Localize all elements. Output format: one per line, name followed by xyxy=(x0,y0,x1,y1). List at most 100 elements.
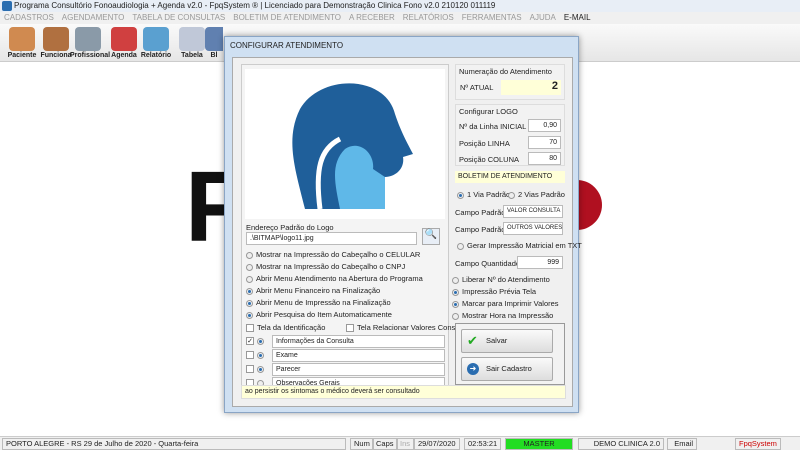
checkbox xyxy=(346,324,354,333)
arrow-right-icon: ➜ xyxy=(467,363,479,375)
tela-identificacao-checkbox[interactable]: Tela da Identificação xyxy=(246,323,325,333)
linha-inicial-label: Nº da Linha INICIAL xyxy=(459,122,527,131)
via1-radio[interactable]: 1 Via Padrão xyxy=(457,190,510,199)
radio xyxy=(457,242,464,250)
liberar-radio[interactable]: Liberar Nº do Atendimento xyxy=(452,275,550,284)
field-informacoes[interactable]: Informações da Consulta xyxy=(272,335,445,348)
field-row-informacoes[interactable]: ✓ xyxy=(246,336,267,346)
marcar-valores-radio[interactable]: Marcar para Imprimir Valores xyxy=(452,299,559,308)
toolbar-paciente[interactable]: Paciente xyxy=(4,27,40,59)
logo-path-label: Endereço Padrão do Logo xyxy=(246,223,334,232)
toolbar-funciona[interactable]: Funciona xyxy=(38,27,74,59)
via2-radio[interactable]: 2 Vias Padrão xyxy=(508,190,565,199)
logo-config-title: Configurar LOGO xyxy=(459,107,518,116)
option-pesquisa[interactable]: Abrir Pesquisa do Item Automaticamente xyxy=(246,310,392,319)
menu-relatorios[interactable]: RELATÓRIOS xyxy=(403,13,454,22)
radio xyxy=(246,251,253,259)
radio xyxy=(246,263,253,271)
field-row-parecer[interactable] xyxy=(246,364,267,374)
toolbar-boletim[interactable]: Bl xyxy=(205,27,223,59)
mostrar-hora-radio[interactable]: Mostrar Hora na Impressão xyxy=(452,311,553,320)
option-menu-financeiro[interactable]: Abrir Menu Financeiro na Finalização xyxy=(246,286,380,295)
radio xyxy=(452,312,459,320)
toolbar-relatorio[interactable]: Relatório xyxy=(138,27,174,59)
checkbox xyxy=(246,324,254,333)
radio[interactable] xyxy=(257,365,264,373)
status-email[interactable]: Email xyxy=(667,438,697,450)
previa-radio[interactable]: Impressão Prévia Tela xyxy=(452,287,536,296)
window-title: Programa Consultório Fonoaudiologia + Ag… xyxy=(14,1,496,10)
campo-quantidade-input[interactable]: 999 xyxy=(517,256,563,269)
radio xyxy=(457,191,464,199)
exit-button[interactable]: ➜ Sair Cadastro xyxy=(461,357,553,381)
doctor-icon xyxy=(75,27,101,51)
radio xyxy=(246,287,253,295)
status-user: MASTER xyxy=(505,438,573,450)
field-exame[interactable]: Exame xyxy=(272,349,445,362)
staff-icon xyxy=(43,27,69,51)
patient-icon xyxy=(9,27,35,51)
gerar-txt-radio[interactable]: Gerar Impressão Matricial em TXT xyxy=(457,241,582,250)
save-config-button[interactable]: ✔Salvar Configuração xyxy=(461,329,553,367)
menu-ferramentas[interactable]: FERRAMENTAS xyxy=(462,13,522,22)
toolbar-profissional[interactable]: Profissional xyxy=(70,27,110,59)
campo-padrao-1[interactable]: VALOR CONSULTA xyxy=(503,205,563,218)
menu-email[interactable]: E-MAIL xyxy=(564,13,591,22)
printer-icon xyxy=(143,27,169,51)
posicao-linha-input[interactable]: 70 xyxy=(528,136,561,149)
status-date: 29/07/2020 xyxy=(414,438,460,450)
radio xyxy=(246,275,253,283)
field-parecer[interactable]: Parecer xyxy=(272,363,445,376)
radio[interactable] xyxy=(257,351,264,359)
report-icon xyxy=(205,27,223,51)
status-num: Num xyxy=(350,438,374,450)
radio xyxy=(246,311,253,319)
menu-tabela[interactable]: TABELA DE CONSULTAS xyxy=(132,13,225,22)
numeracao-title: Numeração do Atendimento xyxy=(459,67,552,76)
radio xyxy=(452,300,459,308)
menu-agendamento[interactable]: AGENDAMENTO xyxy=(62,13,125,22)
radio xyxy=(452,288,459,296)
field-row-exame[interactable] xyxy=(246,350,267,360)
option-celular[interactable]: Mostrar na Impressão do Cabeçalho o CELU… xyxy=(246,250,420,259)
toolbar-agenda[interactable]: Agenda xyxy=(106,27,142,59)
posicao-coluna-input[interactable]: 80 xyxy=(528,152,561,165)
checkbox[interactable] xyxy=(246,351,254,360)
radio[interactable] xyxy=(257,337,264,345)
n-atual-value[interactable]: 2 xyxy=(501,80,561,95)
window-title-bar: Programa Consultório Fonoaudiologia + Ag… xyxy=(0,0,800,12)
linha-inicial-input[interactable]: 0,90 xyxy=(528,119,561,132)
configurar-atendimento-dialog: CONFIGURAR ATENDIMENTO Endereço Padrão d… xyxy=(224,36,582,413)
menu-boletim[interactable]: BOLETIM DE ATENDIMENTO xyxy=(233,13,341,22)
status-company: DEMO CLINICA 2.0 xyxy=(578,438,664,450)
logo-path-input[interactable]: .\BITMAP\logo11.jpg xyxy=(246,232,417,245)
status-time: 02:53:21 xyxy=(464,438,502,450)
n-atual-label: Nº ATUAL xyxy=(460,83,494,92)
radio xyxy=(246,299,253,307)
menu-cadastros[interactable]: CADASTROS xyxy=(4,13,54,22)
option-cnpj[interactable]: Mostrar na Impressão do Cabeçalho o CNPJ xyxy=(246,262,405,271)
calendar-icon xyxy=(111,27,137,51)
tela-relacionar-checkbox[interactable]: Tela Relacionar Valores Consulta xyxy=(346,323,467,333)
radio xyxy=(452,276,459,284)
status-location: PORTO ALEGRE - RS 29 de Julho de 2020 - … xyxy=(2,438,346,450)
checkbox[interactable] xyxy=(246,365,254,374)
campo-quantidade-label: Campo Quantidade xyxy=(455,259,521,268)
menu-ajuda[interactable]: AJUDA xyxy=(530,13,556,22)
app-icon xyxy=(2,1,12,11)
option-menu-impressao[interactable]: Abrir Menu de Impressão na Finalização xyxy=(246,298,391,307)
option-menu-atendimento[interactable]: Abrir Menu Atendimento na Abertura do Pr… xyxy=(246,274,423,283)
menu-receber[interactable]: A RECEBER xyxy=(349,13,395,22)
status-bar: PORTO ALEGRE - RS 29 de Julho de 2020 - … xyxy=(0,436,800,450)
footer-note[interactable]: ao persistir os sintomas o médico deverá… xyxy=(241,385,566,399)
menu-bar: CADASTROS AGENDAMENTO TABELA DE CONSULTAS B… xyxy=(0,12,800,24)
browse-logo-button[interactable]: 🔍 xyxy=(422,228,440,245)
logo-preview xyxy=(245,69,445,219)
posicao-coluna-label: Posição COLUNA xyxy=(459,155,520,164)
status-caps: Caps xyxy=(372,438,398,450)
dialog-title: CONFIGURAR ATENDIMENTO xyxy=(230,41,344,50)
campo-padrao-2[interactable]: OUTROS VALORES xyxy=(503,222,563,235)
checkbox[interactable]: ✓ xyxy=(246,337,254,346)
posicao-linha-label: Posição LINHA xyxy=(459,139,510,148)
radio xyxy=(508,191,515,199)
